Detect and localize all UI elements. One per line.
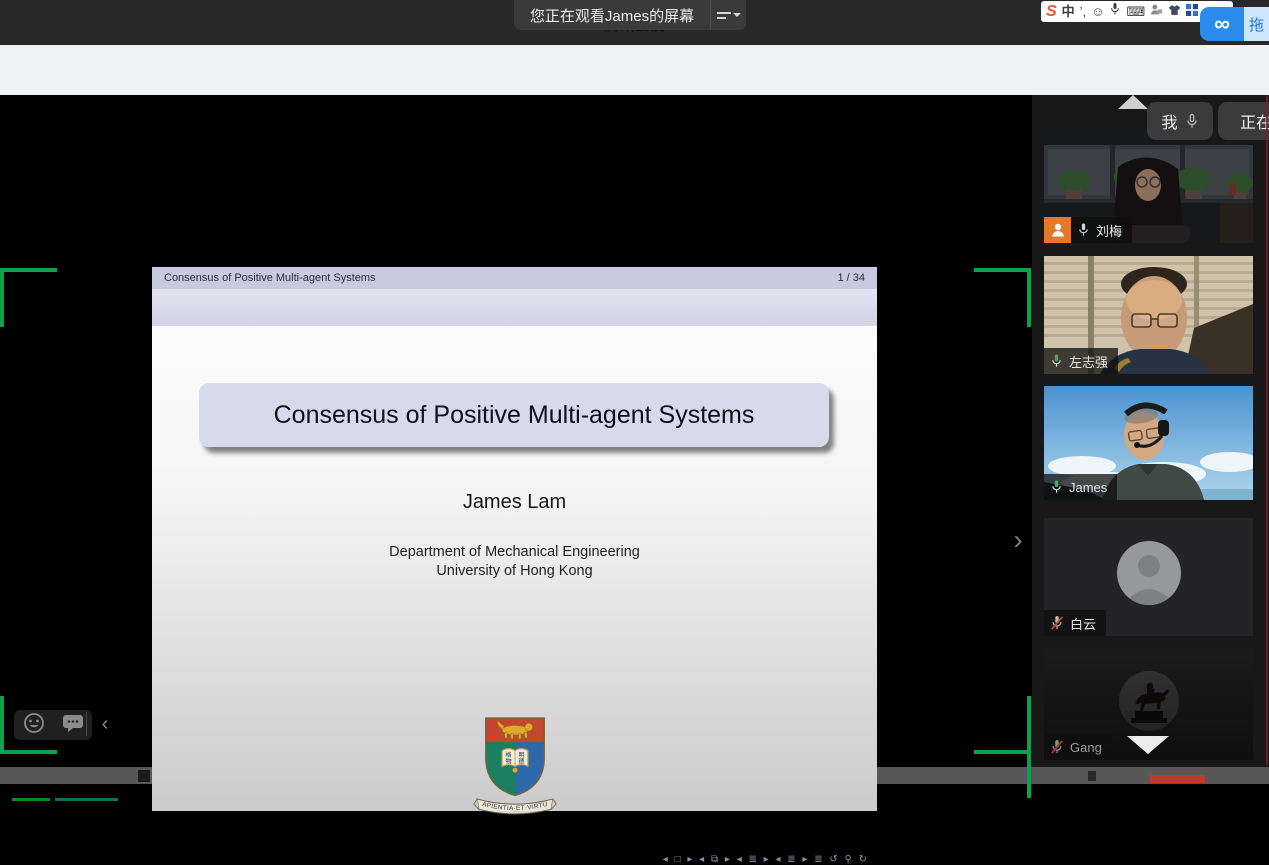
participant-label: James bbox=[1044, 474, 1117, 500]
chevron-down-icon bbox=[733, 13, 741, 17]
profile-icon[interactable] bbox=[1150, 3, 1163, 21]
participant-label: Gang bbox=[1044, 734, 1112, 760]
input-mode-chinese[interactable]: 中 bbox=[1062, 1, 1075, 22]
svg-text:明: 明 bbox=[518, 752, 524, 759]
slide-author: James Lam bbox=[152, 491, 877, 514]
emoji-icon[interactable]: ☺ bbox=[1091, 1, 1104, 22]
taskbar-fragment bbox=[1088, 771, 1096, 781]
meeting-toolbar: 19:18 演讲者视图 bbox=[0, 45, 1269, 95]
speaking-indicator-pill[interactable]: 正在讲 bbox=[1218, 102, 1269, 140]
punctuation-icon[interactable]: ’, bbox=[1080, 1, 1087, 22]
share-border-bottom-right bbox=[974, 696, 1031, 754]
slide-header-bar: Consensus of Positive Multi-agent System… bbox=[152, 267, 877, 289]
mic-muted-icon bbox=[1050, 615, 1064, 631]
slide-title-box: Consensus of Positive Multi-agent System… bbox=[199, 383, 829, 447]
floating-tool-button[interactable]: ∞ bbox=[1200, 7, 1244, 41]
collapse-toolbar-chevron[interactable]: ‹ bbox=[95, 708, 115, 740]
taskbar-fragment bbox=[1150, 775, 1205, 783]
participant-label: 白云 bbox=[1044, 610, 1106, 636]
mic-on-icon bbox=[1077, 222, 1090, 238]
participant-tile-liumei[interactable]: 刘梅 bbox=[1044, 131, 1253, 243]
banner-menu-button[interactable] bbox=[710, 0, 746, 30]
mic-active-icon bbox=[1050, 479, 1063, 495]
sogou-logo-icon[interactable]: S bbox=[1046, 1, 1057, 22]
chat-button[interactable] bbox=[62, 713, 84, 738]
infinity-logo-icon: ∞ bbox=[1214, 11, 1230, 37]
voice-input-icon[interactable] bbox=[1109, 2, 1121, 21]
participant-tile-james[interactable]: James bbox=[1044, 386, 1253, 500]
slide-affiliation-2: University of Hong Kong bbox=[152, 563, 877, 579]
hku-crest: 格 物 明 德 SAPIENTIA·ET·VIRTUS bbox=[472, 712, 558, 824]
participant-tile-zuozhiqiang[interactable]: 左志强 bbox=[1044, 256, 1253, 374]
watching-screen-label: 您正在观看James的屏幕 bbox=[514, 5, 710, 26]
share-border-top-right bbox=[974, 268, 1031, 327]
share-border-right-segment bbox=[1027, 754, 1031, 798]
mic-muted-icon bbox=[1050, 739, 1064, 755]
keyboard-icon[interactable]: ⌨ bbox=[1126, 1, 1145, 22]
expand-panel-chevron[interactable]: › bbox=[1006, 520, 1030, 560]
participant-sidebar: 我 正在讲 bbox=[1032, 95, 1269, 767]
emoji-reaction-button[interactable] bbox=[23, 712, 45, 739]
presentation-slide: Consensus of Positive Multi-agent System… bbox=[152, 267, 877, 811]
slide-header-title: Consensus of Positive Multi-agent System… bbox=[164, 272, 376, 284]
mic-active-icon bbox=[1050, 353, 1063, 369]
slide-affiliation-1: Department of Mechanical Engineering bbox=[152, 544, 877, 560]
share-border-bottom-segment-1 bbox=[12, 798, 50, 801]
host-badge bbox=[1044, 217, 1071, 243]
person-icon bbox=[1050, 222, 1066, 238]
share-border-top-left bbox=[0, 268, 57, 327]
recording-border-line bbox=[1266, 95, 1268, 765]
avatar-placeholder bbox=[1116, 540, 1182, 606]
slide-body: Consensus of Positive Multi-agent System… bbox=[152, 326, 877, 811]
scroll-more-participants-arrow[interactable] bbox=[1127, 736, 1169, 754]
skin-icon[interactable] bbox=[1168, 3, 1181, 21]
slide-header-gradient bbox=[152, 289, 877, 326]
svg-text:格: 格 bbox=[506, 751, 512, 759]
beamer-nav-symbols: ◂ □ ▸ ◂ ⧉ ▸ ◂ ≣ ▸ ◂ ≣ ▸ ≣ ↺ ⚲ ↻ bbox=[663, 854, 869, 865]
floating-tool-drag-label[interactable]: 拖 bbox=[1244, 7, 1269, 41]
toolbox-grid-icon[interactable] bbox=[1186, 3, 1198, 21]
collapse-panel-arrow-up[interactable] bbox=[1118, 95, 1148, 109]
svg-text:物: 物 bbox=[506, 758, 512, 766]
participant-label: 刘梅 bbox=[1071, 217, 1132, 243]
shared-screen-area: Consensus of Positive Multi-agent System… bbox=[0, 95, 1032, 767]
microphone-icon bbox=[1185, 113, 1199, 130]
watching-screen-banner: 您正在观看James的屏幕 bbox=[514, 0, 746, 30]
participant-label: 左志强 bbox=[1044, 348, 1118, 374]
svg-text:德: 德 bbox=[518, 758, 524, 766]
participant-tile-baiyun[interactable]: 白云 bbox=[1044, 518, 1253, 636]
hamburger-icon bbox=[717, 9, 731, 22]
slide-page-indicator: 1 / 34 bbox=[837, 272, 865, 284]
divider bbox=[86, 712, 87, 736]
reaction-bar bbox=[14, 710, 92, 740]
my-audio-pill[interactable]: 我 bbox=[1147, 102, 1213, 140]
taskbar-fragment bbox=[138, 770, 150, 782]
share-border-bottom-segment-2 bbox=[55, 798, 118, 801]
